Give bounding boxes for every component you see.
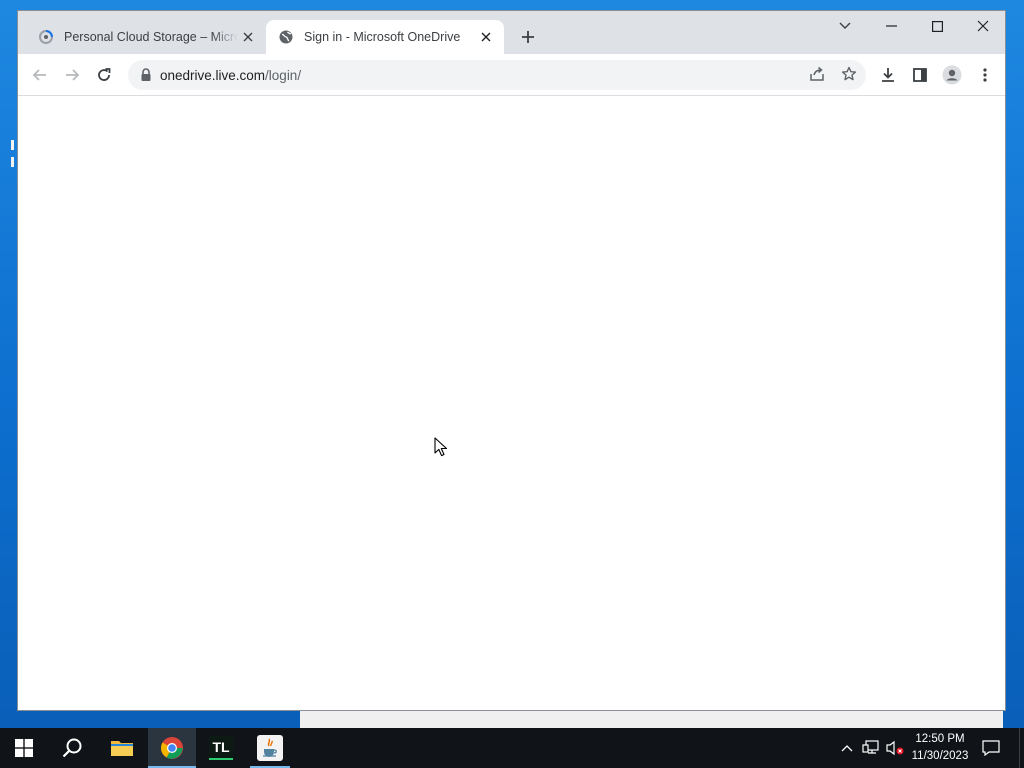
- system-clock[interactable]: 12:50 PM 11/30/2023: [904, 728, 976, 768]
- java-icon[interactable]: [246, 728, 294, 768]
- tl-app-icon[interactable]: TL: [197, 728, 245, 768]
- side-panel-icon[interactable]: [906, 61, 934, 89]
- chevron-up-icon[interactable]: [838, 728, 856, 768]
- browser-window: Personal Cloud Storage – Microsoft OneDr…: [17, 10, 1006, 711]
- new-tab-button[interactable]: [516, 25, 540, 49]
- share-icon[interactable]: [804, 61, 830, 87]
- globe-icon: [278, 29, 294, 45]
- taskbar: TL 12:50 PM 11/30/2023: [0, 728, 1024, 768]
- tab-title: Personal Cloud Storage – Microsoft OneDr…: [64, 30, 238, 44]
- tab-personal-cloud-storage[interactable]: Personal Cloud Storage – Microsoft OneDr…: [26, 20, 266, 54]
- chrome-icon[interactable]: [148, 728, 196, 768]
- back-arrow-icon[interactable]: [26, 61, 54, 89]
- tab-sign-in[interactable]: Sign in - Microsoft OneDrive: [266, 20, 504, 54]
- url-path: /login/: [265, 67, 302, 83]
- notification-icon[interactable]: [979, 728, 1003, 768]
- speaker-muted-icon[interactable]: [884, 728, 906, 768]
- file-explorer-icon[interactable]: [98, 728, 146, 768]
- browser-toolbar: onedrive.live.com/login/: [18, 54, 1005, 96]
- search-icon[interactable]: [48, 728, 96, 768]
- network-icon[interactable]: [860, 728, 882, 768]
- tab-close-icon[interactable]: [476, 27, 496, 47]
- reload-icon[interactable]: [90, 61, 118, 89]
- star-icon[interactable]: [836, 61, 862, 87]
- url-host: onedrive.live.com: [160, 67, 266, 83]
- address-bar[interactable]: onedrive.live.com/login/: [128, 60, 866, 90]
- close-icon[interactable]: [960, 11, 1005, 41]
- download-icon[interactable]: [874, 61, 902, 89]
- minimize-icon[interactable]: [868, 11, 914, 41]
- mouse-pointer-icon: [434, 437, 448, 457]
- clock-date: 11/30/2023: [911, 750, 969, 762]
- url-text: onedrive.live.com/login/: [160, 68, 301, 83]
- profile-icon[interactable]: [938, 61, 966, 89]
- kebab-menu-icon[interactable]: [971, 61, 999, 89]
- tab-strip: Personal Cloud Storage – Microsoft OneDr…: [18, 11, 1005, 54]
- page-content[interactable]: [18, 96, 1005, 710]
- clock-time: 12:50 PM: [915, 733, 965, 745]
- windows-start-icon[interactable]: [0, 728, 48, 768]
- show-desktop-button[interactable]: [1019, 728, 1024, 768]
- onedrive-loading-icon: [38, 29, 54, 45]
- forward-arrow-icon[interactable]: [58, 61, 86, 89]
- lock-icon[interactable]: [140, 68, 152, 82]
- tl-app-label: TL: [209, 736, 233, 760]
- tab-search-icon[interactable]: [822, 11, 868, 41]
- tab-close-icon[interactable]: [238, 27, 258, 47]
- tab-title: Sign in - Microsoft OneDrive: [304, 30, 461, 44]
- maximize-icon[interactable]: [914, 11, 960, 41]
- background-window-edge: [300, 708, 1003, 729]
